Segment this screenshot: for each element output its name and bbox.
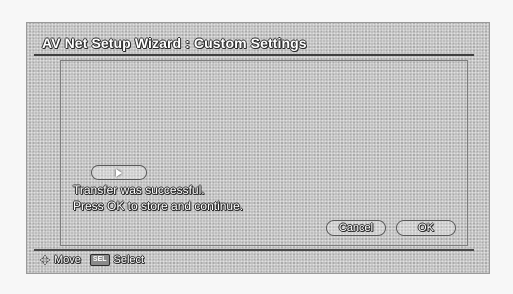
ok-button[interactable]: OK	[396, 220, 456, 236]
select-hint-label: Select	[113, 254, 145, 266]
footer-divider	[34, 249, 474, 251]
cancel-button[interactable]: Cancel	[326, 220, 386, 236]
content-area	[60, 60, 468, 246]
status-message: Transfer was successful.	[73, 183, 205, 197]
footer-hints: Move SEL Select	[40, 253, 144, 267]
instruction-message: Press OK to store and continue.	[73, 199, 244, 213]
dialog-title: AV Net Setup Wizard : Custom Settings	[42, 35, 307, 51]
move-hint-label: Move	[54, 254, 81, 266]
sel-key-badge: SEL	[89, 254, 110, 266]
play-button[interactable]	[91, 165, 147, 180]
dpad-arrows-icon	[40, 255, 50, 265]
play-icon	[116, 169, 122, 177]
